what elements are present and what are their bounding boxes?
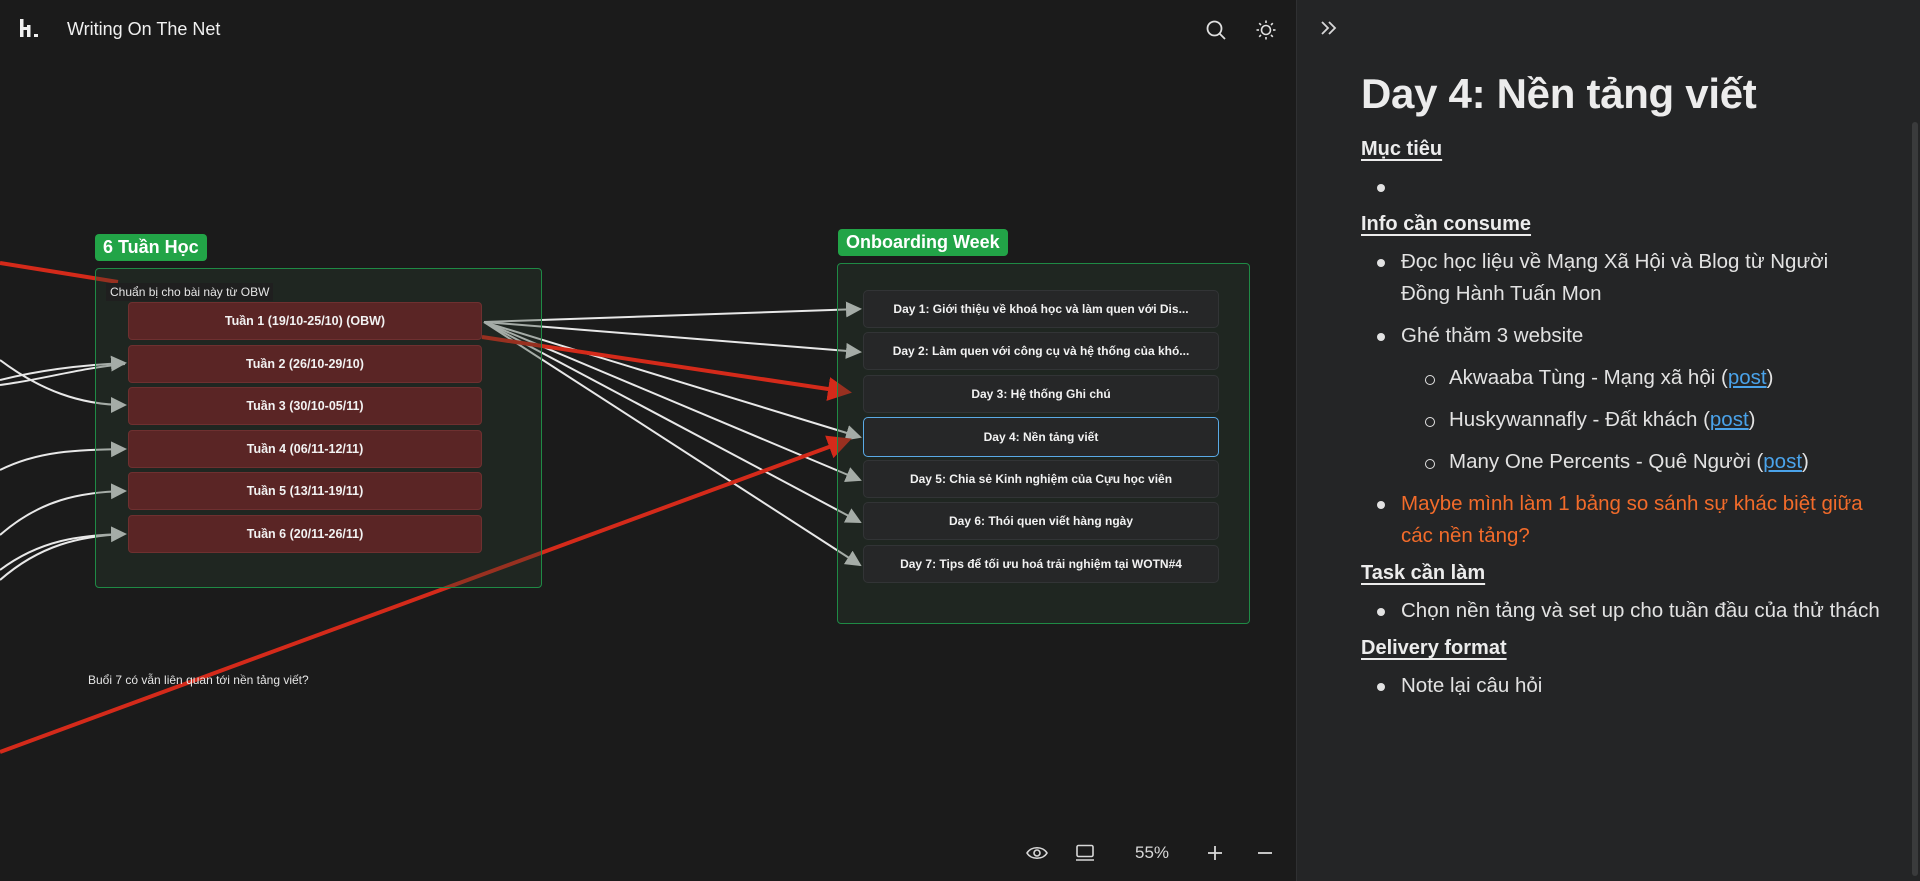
sublist-text: Akwaaba Tùng - Mạng xã hội ( [1449,366,1728,389]
list-item-text: Ghé thăm 3 website [1401,324,1584,347]
app-logo-icon[interactable] [18,16,42,40]
sublist-text: Huskywannafly - Đất khách ( [1449,408,1710,431]
goal-list [1377,171,1881,203]
sublist-tail: ) [1766,366,1774,389]
post-link[interactable]: post [1710,408,1749,431]
list-item-read-materials[interactable]: Đọc học liệu về Mạng Xã Hội và Blog từ N… [1377,246,1881,310]
canvas-toolbar: 55% [1010,836,1280,870]
week-node-2[interactable]: Tuần 2 (26/10-29/10) [128,345,482,383]
sublist-item-many-one-percents[interactable]: Many One Percents - Quê Người (post) [1425,446,1881,478]
sublist-item-huskywannafly[interactable]: Huskywannafly - Đất khách (post) [1425,404,1881,436]
day-node-2[interactable]: Day 2: Làm quen với công cụ và hệ thống … [863,332,1219,370]
sublist-text: Many One Percents - Quê Người ( [1449,450,1764,473]
week-node-1[interactable]: Tuần 1 (19/10-25/10) (OBW) [128,302,482,340]
side-panel: Day 4: Nền tảng viết Mục tiêu Info cần c… [1296,0,1920,881]
list-item-comparison-idea[interactable]: Maybe mình làm 1 bảng so sánh sự khác bi… [1377,488,1881,552]
sublist-tail: ) [1802,450,1809,473]
website-sublist: Akwaaba Tùng - Mạng xã hội (post) Huskyw… [1425,362,1881,478]
list-item-choose-platform[interactable]: Chọn nền tảng và set up cho tuần đầu của… [1377,595,1881,627]
task-list: Chọn nền tảng và set up cho tuần đầu của… [1377,595,1881,627]
list-item-empty[interactable] [1377,171,1881,203]
zoom-out-icon[interactable] [1248,836,1282,870]
section-heading-goal: Mục tiêu [1361,138,1443,160]
day-node-1[interactable]: Day 1: Giới thiệu về khoá học và làm que… [863,290,1219,328]
section-heading-consume: Info cần consume [1361,213,1532,235]
consume-list: Đọc học liệu về Mạng Xã Hội và Blog từ N… [1377,246,1881,552]
group-label-six-weeks[interactable]: 6 Tuần Học [95,234,207,261]
week-node-3[interactable]: Tuần 3 (30/10-05/11) [128,387,482,425]
present-mode-icon[interactable] [1068,836,1102,870]
note-prepare-from-obw[interactable]: Chuẩn bị cho bài này từ OBW [106,283,274,301]
preview-eye-icon[interactable] [1020,836,1054,870]
day-node-5[interactable]: Day 5: Chia sẻ Kinh nghiệm của Cựu học v… [863,460,1219,498]
section-heading-task: Task cần làm [1361,562,1486,584]
group-label-onboarding-week[interactable]: Onboarding Week [838,229,1008,256]
week-node-5[interactable]: Tuần 5 (13/11-19/11) [128,472,482,510]
whiteboard-canvas[interactable]: Writing On The Net 6 Tuần Học Chuẩn bị c… [0,0,1296,881]
zoom-level[interactable]: 55% [1122,836,1182,870]
list-item-visit-websites[interactable]: Ghé thăm 3 website Akwaaba Tùng - Mạng x… [1377,320,1881,478]
zoom-in-icon[interactable] [1198,836,1232,870]
week-node-4[interactable]: Tuần 4 (06/11-12/11) [128,430,482,468]
collapse-panel-chevrons-icon[interactable] [1317,16,1345,44]
note-document: Day 4: Nền tảng viết Mục tiêu Info cần c… [1361,70,1881,712]
note-session-7-question[interactable]: Buổi 7 có vẫn liên quan tới nền tảng viế… [84,671,313,689]
sublist-item-akwaaba[interactable]: Akwaaba Tùng - Mạng xã hội (post) [1425,362,1881,394]
day-node-7[interactable]: Day 7: Tips để tối ưu hoá trải nghiệm tạ… [863,545,1219,583]
app-root: Writing On The Net 6 Tuần Học Chuẩn bị c… [0,0,1920,881]
panel-scrollbar[interactable] [1912,122,1918,876]
top-bar: Writing On The Net [0,0,1296,60]
post-link[interactable]: post [1728,366,1767,389]
delivery-list: Note lại câu hỏi [1377,670,1881,702]
day-node-3[interactable]: Day 3: Hệ thống Ghi chú [863,375,1219,413]
day-node-6[interactable]: Day 6: Thói quen viết hàng ngày [863,502,1219,540]
day-node-4-selected[interactable]: Day 4: Nền tảng viết [863,417,1219,457]
week-node-6[interactable]: Tuần 6 (20/11-26/11) [128,515,482,553]
note-title: Day 4: Nền tảng viết [1361,70,1757,117]
search-icon[interactable] [1202,16,1230,44]
list-item-note-questions[interactable]: Note lại câu hỏi [1377,670,1881,702]
post-link[interactable]: post [1763,450,1802,473]
section-heading-delivery: Delivery format [1361,637,1507,659]
sublist-tail: ) [1748,408,1756,431]
theme-toggle-sun-icon[interactable] [1252,16,1280,44]
app-title: Writing On The Net [67,19,221,39]
